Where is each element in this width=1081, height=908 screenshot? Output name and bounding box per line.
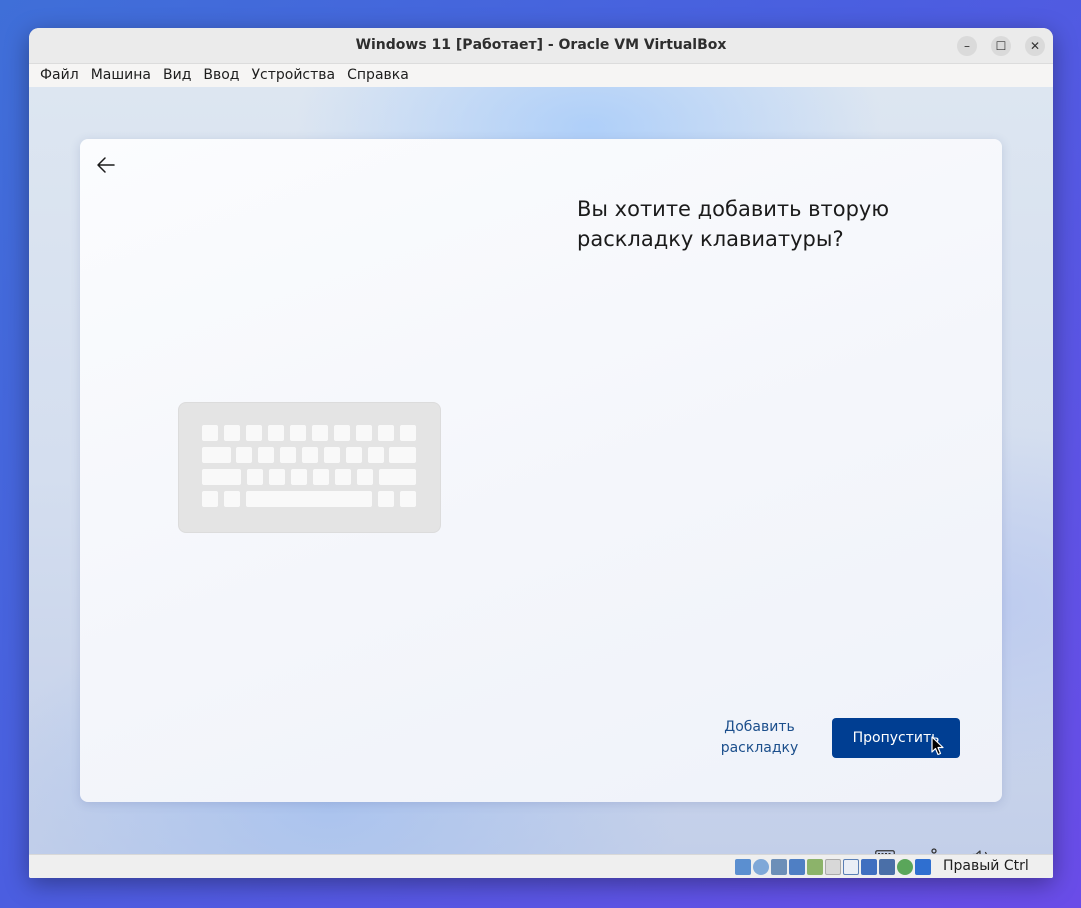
keyboard-illustration — [178, 402, 441, 533]
usb-icon[interactable] — [807, 859, 823, 875]
shared-folders-icon[interactable] — [825, 859, 841, 875]
cpu-icon[interactable] — [879, 859, 895, 875]
guest-display[interactable]: Вы хотите добавить вторую раскладку клав… — [29, 87, 1053, 854]
recording-icon[interactable] — [861, 859, 877, 875]
optical-drive-icon[interactable] — [753, 859, 769, 875]
guest-additions-icon[interactable] — [897, 859, 913, 875]
menu-file[interactable]: Файл — [34, 64, 85, 87]
mouse-pointer-icon — [931, 736, 944, 756]
audio-icon[interactable] — [771, 859, 787, 875]
network-icon[interactable] — [789, 859, 805, 875]
menu-input[interactable]: Ввод — [197, 64, 245, 87]
mouse-integration-icon[interactable] — [915, 859, 931, 875]
maximize-button[interactable]: ☐ — [991, 36, 1011, 56]
menu-view[interactable]: Вид — [157, 64, 197, 87]
virtualbox-window: Windows 11 [Работает] - Oracle VM Virtua… — [29, 28, 1053, 878]
title-bar[interactable]: Windows 11 [Работает] - Oracle VM Virtua… — [29, 28, 1053, 64]
window-title: Windows 11 [Работает] - Oracle VM Virtua… — [355, 37, 727, 53]
keyboard-keys-graphic — [202, 425, 416, 507]
host-key-label: Правый Ctrl — [943, 858, 1029, 874]
add-layout-button[interactable]: Добавить раскладку — [708, 717, 811, 759]
oobe-setup-card: Вы хотите добавить вторую раскладку клав… — [80, 139, 1002, 802]
question-heading: Вы хотите добавить вторую раскладку клав… — [577, 197, 890, 251]
status-icon-group — [735, 859, 931, 875]
display-icon[interactable] — [843, 859, 859, 875]
menu-bar: Файл Машина Вид Ввод Устройства Справка — [29, 64, 1053, 87]
menu-machine[interactable]: Машина — [85, 64, 157, 87]
back-arrow-icon[interactable] — [94, 153, 118, 177]
menu-help[interactable]: Справка — [341, 64, 415, 87]
minimize-button[interactable]: – — [957, 36, 977, 56]
hard-disk-icon[interactable] — [735, 859, 751, 875]
status-bar: Правый Ctrl — [29, 854, 1053, 878]
menu-devices[interactable]: Устройства — [246, 64, 342, 87]
close-button[interactable]: ✕ — [1025, 36, 1045, 56]
